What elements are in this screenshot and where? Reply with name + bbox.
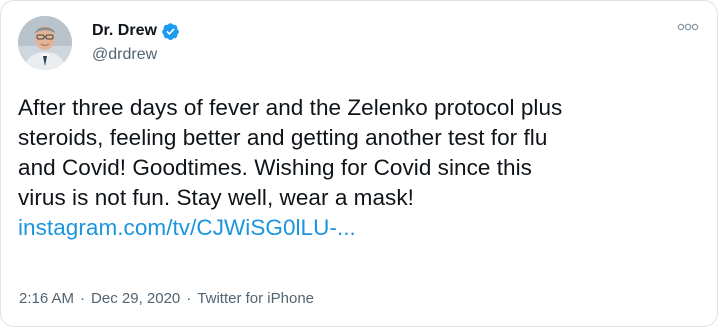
tweet-source[interactable]: Twitter for iPhone [197,290,314,307]
author-name-row: Dr. Drew [92,20,180,42]
tweet-text-line: After three days of fever and the Zelenk… [18,95,563,120]
author-info: Dr. Drew @drdrew [92,20,180,66]
tweet-card: Dr. Drew @drdrew After three days of fev… [0,0,718,327]
tweet-text-line: steroids, feeling better and getting ano… [18,125,548,150]
more-options-icon[interactable] [675,18,701,36]
tweet-text-line: virus is not fun. Stay well, wear a mask… [18,185,414,210]
meta-separator: · [80,290,86,307]
tweet-link[interactable]: instagram.com/tv/CJWiSG0lLU-... [18,213,697,243]
tweet-text: After three days of fever and the Zelenk… [18,93,697,243]
tweet-meta: 2:16 AM · Dec 29, 2020 · Twitter for iPh… [19,290,314,307]
meta-separator: · [186,290,192,307]
tweet-date[interactable]: Dec 29, 2020 [91,290,180,307]
avatar[interactable] [18,16,72,70]
avatar-image [18,16,72,70]
author-display-name[interactable]: Dr. Drew [92,20,157,42]
tweet-header: Dr. Drew @drdrew [18,16,701,74]
verified-badge-icon [161,22,180,41]
tweet-text-line: and Covid! Goodtimes. Wishing for Covid … [18,155,532,180]
tweet-time[interactable]: 2:16 AM [19,290,74,307]
author-handle[interactable]: @drdrew [92,44,180,66]
